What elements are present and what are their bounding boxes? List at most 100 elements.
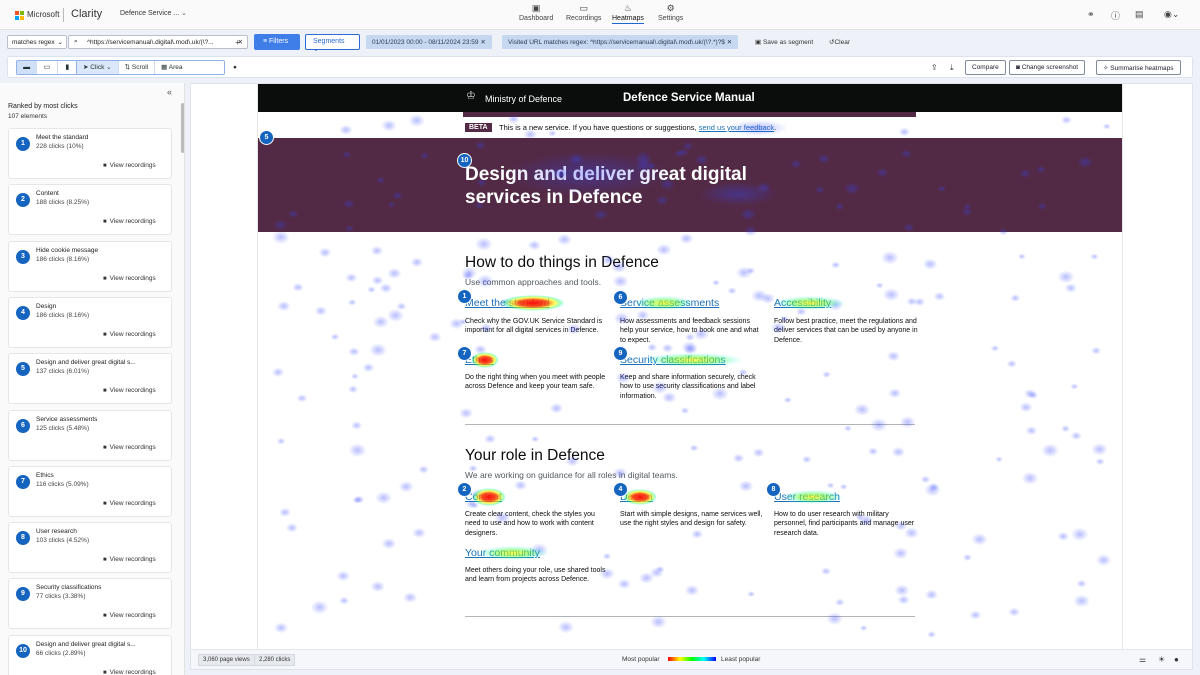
click-dot [649,567,664,578]
view-recordings-link[interactable]: ■ View recordings [103,218,156,225]
compare-label: Compare [972,64,999,71]
chevron-down-icon[interactable]: ⌄ [181,9,187,17]
click-dot [1061,425,1071,433]
share-icon[interactable]: ⚭ [1087,9,1095,20]
click-rank-badge[interactable]: 5 [259,130,274,145]
view-recordings-link[interactable]: ■ View recordings [103,556,156,563]
sidebar-scrollbar[interactable] [181,103,184,153]
view-recordings-link[interactable]: ■ View recordings [103,387,156,394]
ranked-element-card[interactable]: 2 Content 188 clicks (8.25%) ■ View recordin… [8,184,172,236]
view-recordings-link[interactable]: ■ View recordings [103,500,156,507]
match-type-select[interactable]: matches regex ⌄ [7,35,67,49]
ranked-element-card[interactable]: 7 Ethics 116 clicks (5.09%) ■ View recording… [8,465,172,517]
save-segment-button[interactable]: ▣ Save as segment [755,38,813,46]
summarise-heatmaps-button[interactable]: ✧ Summarise heatmaps [1096,60,1181,75]
ranked-element-card[interactable]: 6 Service assessments 125 clicks (5.48%) ■ V… [8,409,172,461]
click-dot [892,547,909,560]
mobile-icon[interactable]: ▮ [58,61,77,74]
ranked-element-card[interactable]: 8 User research 103 clicks (4.52%) ■ View re… [8,522,172,574]
product-name[interactable]: Clarity [71,8,102,20]
nav-settings[interactable]: ⚙ Settings [658,3,683,22]
brightness-icon[interactable]: ☀ [1158,655,1165,664]
click-dot [387,267,402,279]
view-recordings-link[interactable]: ■ View recordings [103,444,156,451]
collapse-icon[interactable]: « [167,87,172,97]
rank-badge: 3 [16,249,30,264]
click-dot [1057,270,1075,284]
nav-heatmaps[interactable]: ♨ Heatmaps [612,3,644,24]
tune-icon[interactable]: ⚌ [1139,655,1146,664]
click-rank-badge[interactable]: 1 [457,289,472,304]
click-rank-badge[interactable]: 8 [766,482,781,497]
view-recordings-link[interactable]: ■ View recordings [103,331,156,338]
rank-badge: 6 [16,418,30,433]
ranked-element-card[interactable]: 10 Design and deliver great digital s... 6… [8,634,172,675]
click-rank-badge[interactable]: 6 [613,290,628,305]
close-icon[interactable]: ✕ [480,39,485,46]
click-dot [381,537,397,550]
desktop-icon[interactable]: ▬ [17,61,38,74]
share-icon[interactable]: ⇪ [931,63,938,72]
feedback-link[interactable]: send us your feedback [699,123,774,132]
mode-scroll[interactable]: ⇅ Scroll [119,61,156,74]
click-rank-badge[interactable]: 10 [457,153,472,168]
card-link-meet-standard[interactable]: Meet the standard [465,297,550,309]
view-recordings-link[interactable]: ■ View recordings [103,612,156,619]
help-icon[interactable]: ⓘ [1111,9,1120,22]
view-recordings-link[interactable]: ■ View recordings [103,162,156,169]
ranked-element-card[interactable]: 4 Design 186 clicks (8.16%) ■ View recording… [8,296,172,348]
view-recordings-link[interactable]: ■ View recordings [103,275,156,282]
nav-dashboard[interactable]: ▣ Dashboard [519,3,553,22]
ranked-element-card[interactable]: 5 Design and deliver great digital s... 13… [8,353,172,405]
ranked-element-card[interactable]: 9 Security classifications 77 clicks (3.38… [8,578,172,630]
ranked-element-card[interactable]: 3 Hide cookie message 186 clicks (8.16%) ■ V… [8,240,172,292]
click-dot [272,230,290,244]
info-icon[interactable]: ● [233,64,237,71]
mode-area[interactable]: ▦ Area [155,61,188,74]
click-rank-badge[interactable]: 2 [457,482,472,497]
click-dot [924,483,941,497]
click-rank-badge[interactable]: 7 [457,346,472,361]
add-filter-icon[interactable]: + [235,38,240,47]
click-dot [650,615,667,629]
card-link-service-assessments[interactable]: Service assessments [620,297,719,309]
click-dot [381,119,397,132]
close-icon[interactable]: ✕ [727,39,732,46]
account-icon[interactable]: ◉⌄ [1164,9,1179,20]
video-icon: ■ [103,500,107,507]
view-recordings-label: View recordings [109,162,156,169]
click-dot [474,344,487,355]
url-chip-value: Visited URL matches regex: ^https://serv… [508,39,725,46]
url-filter-input[interactable]: ⌕ ^https://servicemanual\.digital\.mod\.… [68,35,248,49]
viewer-footer: 3,060 page views 2,280 clicks Most popul… [191,649,1192,669]
chevron-down-icon: ⌄ [313,46,319,53]
document-icon[interactable]: ▤ [1135,9,1144,20]
change-screenshot-button[interactable]: ◙ Change screenshot [1009,60,1086,75]
video-icon: ■ [103,444,107,451]
segments-button[interactable]: Segments ⌄ [305,34,360,53]
project-selector[interactable]: Defence Service ... [120,10,179,17]
view-recordings-link[interactable]: ■ View recordings [103,669,156,675]
click-dot [612,275,629,288]
ranked-element-card[interactable]: 1 Meet the standard 228 clicks (10%) ■ View … [8,128,172,179]
filters-button[interactable]: ≡ Filters [254,34,300,50]
card-link-your-community[interactable]: Your community [465,547,540,559]
mode-click[interactable]: ➤ Click ⌄ [77,61,119,74]
hero-title[interactable]: Design and deliver great digital service… [465,163,785,209]
info-icon[interactable]: ● [1174,655,1179,664]
clear-filters-button[interactable]: ↺Clear [829,38,850,46]
click-dot [352,496,362,504]
click-rank-badge[interactable]: 9 [613,346,628,361]
card-link-accessibility[interactable]: Accessibility [774,297,831,309]
tablet-icon[interactable]: ▭ [37,61,58,74]
ranking-sidebar: « Ranked by most clicks 107 elements 1 Me… [0,83,185,675]
download-icon[interactable]: ⤓ [950,63,954,73]
click-dot [821,567,832,576]
card-link-user-research[interactable]: User research [774,491,840,503]
nav-recordings[interactable]: ▭ Recordings [566,3,601,22]
card-link-security-classifications[interactable]: Security classifications [620,354,726,366]
date-range-chip[interactable]: 01/01/2023 00:00 - 08/11/2024 23:59 ✕ [366,35,492,49]
url-filter-chip[interactable]: Visited URL matches regex: ^https://serv… [502,35,739,49]
compare-button[interactable]: Compare [965,60,1006,75]
click-rank-badge[interactable]: 4 [613,482,628,497]
